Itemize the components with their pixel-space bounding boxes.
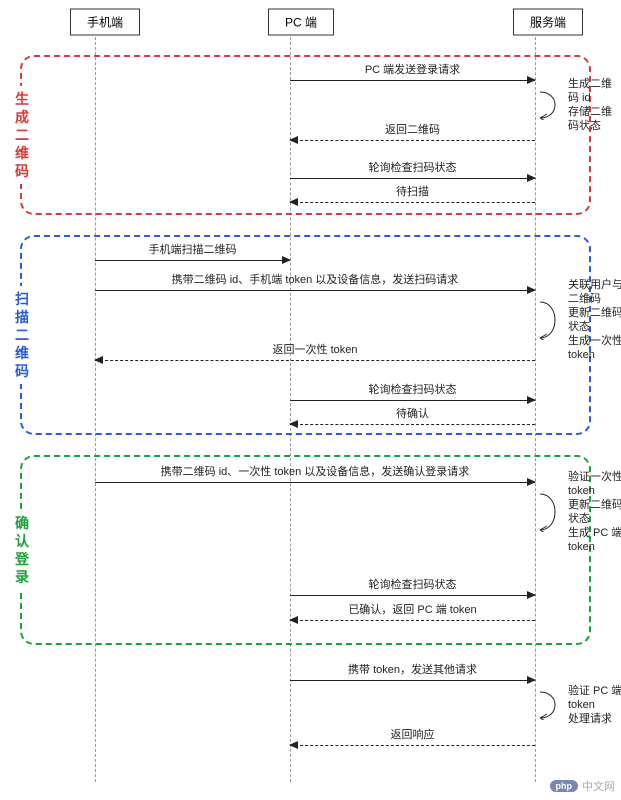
arrow-label: 手机端扫描二维码 — [95, 244, 290, 257]
arrow-p2-return-token: 返回一次性 token — [95, 360, 535, 361]
arrow-label: 返回二维码 — [290, 124, 535, 137]
arrow-label: 已确认，返回 PC 端 token — [290, 604, 535, 617]
selfmsg-associate-user: 关联用户与二维码更新二维码状态生成一次性 token — [538, 300, 621, 340]
arrow-p3-polling: 轮询检查扫码状态 — [290, 595, 535, 596]
sequence-diagram: 手机端 PC 端 服务端 生成二维码 扫描二维码 确认登录 PC 端发送登录请求… — [0, 0, 621, 800]
watermark: php 中文网 — [550, 778, 616, 794]
arrow-label: 轮询检查扫码状态 — [290, 384, 535, 397]
arrow-p1-login-request: PC 端发送登录请求 — [290, 80, 535, 81]
arrow-p2-polling: 轮询检查扫码状态 — [290, 400, 535, 401]
arrow-label: 轮询检查扫码状态 — [290, 579, 535, 592]
phase-label-scan: 扫描二维码 — [7, 286, 37, 384]
arrow-p2-scan-request: 携带二维码 id、手机端 token 以及设备信息，发送扫码请求 — [95, 290, 535, 291]
selfmsg-label: 生成二维码 id存储二维码状态 — [568, 77, 618, 133]
arrow-p1-polling: 轮询检查扫码状态 — [290, 178, 535, 179]
phase-label-confirm: 确认登录 — [7, 510, 37, 590]
arrow-p2-scan-qr: 手机端扫描二维码 — [95, 260, 290, 261]
arrow-label: 待确认 — [290, 408, 535, 421]
arrow-label: 返回一次性 token — [95, 344, 535, 357]
phase-label-generate: 生成二维码 — [7, 86, 37, 184]
arrow-label: 返回响应 — [290, 729, 535, 742]
actor-server: 服务端 — [513, 9, 583, 36]
arrow-p1-pending-scan: 待扫描 — [290, 202, 535, 203]
arrow-label: 携带二维码 id、一次性 token 以及设备信息，发送确认登录请求 — [95, 466, 535, 479]
arrow-p3-confirm-request: 携带二维码 id、一次性 token 以及设备信息，发送确认登录请求 — [95, 482, 535, 483]
arrow-label: 携带 token，发送其他请求 — [290, 664, 535, 677]
arrow-label: 待扫描 — [290, 186, 535, 199]
actor-mobile: 手机端 — [70, 9, 140, 36]
arrow-p2-pending-confirm: 待确认 — [290, 424, 535, 425]
selfmsg-validate-pctoken: 验证 PC 端 token处理请求 — [538, 690, 621, 720]
selfmsg-label: 验证一次性 token更新二维码状态生成 PC 端 token — [568, 470, 621, 554]
arrow-p1-return-qr: 返回二维码 — [290, 140, 535, 141]
arrow-p3-return-pctoken: 已确认，返回 PC 端 token — [290, 620, 535, 621]
selfmsg-gen-qr: 生成二维码 id存储二维码状态 — [538, 90, 618, 120]
arrow-return-response: 返回响应 — [290, 745, 535, 746]
selfmsg-label: 验证 PC 端 token处理请求 — [568, 684, 621, 726]
arrow-label: 携带二维码 id、手机端 token 以及设备信息，发送扫码请求 — [95, 274, 535, 287]
arrow-label: 轮询检查扫码状态 — [290, 162, 535, 175]
arrow-other-request: 携带 token，发送其他请求 — [290, 680, 535, 681]
php-badge: php — [550, 780, 579, 792]
phase-scan-qr: 扫描二维码 — [20, 235, 591, 435]
watermark-text: 中文网 — [582, 778, 615, 794]
selfmsg-label: 关联用户与二维码更新二维码状态生成一次性 token — [568, 278, 621, 362]
arrow-label: PC 端发送登录请求 — [290, 64, 535, 77]
actor-pc: PC 端 — [268, 9, 334, 36]
selfmsg-validate-token: 验证一次性 token更新二维码状态生成 PC 端 token — [538, 492, 621, 532]
